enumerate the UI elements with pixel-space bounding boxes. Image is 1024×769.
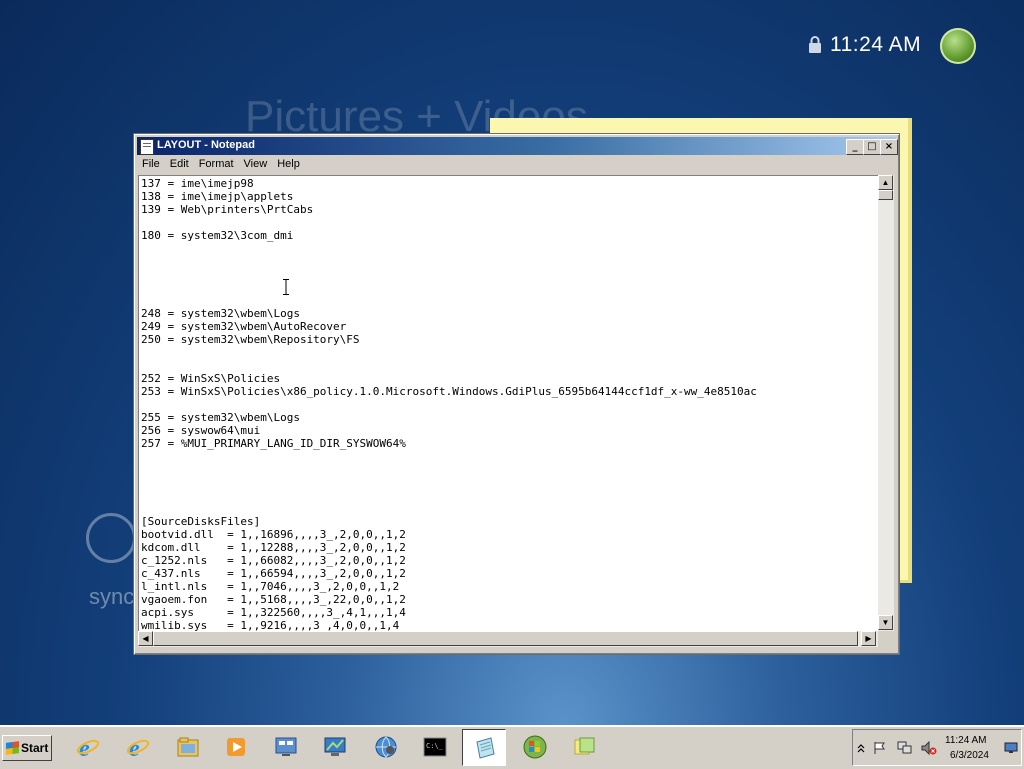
taskbar-app-control-panel[interactable] bbox=[264, 729, 308, 766]
folder-icon bbox=[177, 737, 199, 757]
ie-icon: e bbox=[76, 736, 100, 759]
windows-orb-icon bbox=[523, 735, 547, 759]
start-label: Start bbox=[21, 741, 49, 755]
text-cursor-icon bbox=[283, 279, 289, 295]
control-panel-icon bbox=[275, 737, 297, 756]
taskbar-app-windows[interactable] bbox=[513, 729, 557, 766]
show-desktop-icon[interactable] bbox=[1004, 742, 1018, 754]
maximize-button[interactable]: □ bbox=[863, 139, 881, 155]
minimize-button[interactable]: _ bbox=[846, 139, 864, 155]
notepad-icon bbox=[140, 139, 154, 155]
menu-help[interactable]: Help bbox=[272, 156, 305, 170]
start-button[interactable]: Start bbox=[2, 735, 52, 761]
size-grip[interactable] bbox=[878, 631, 894, 647]
windows-orb-icon[interactable] bbox=[940, 28, 976, 64]
horizontal-scrollbar[interactable]: ◀ ▶ bbox=[138, 631, 878, 647]
taskbar-app-remote-desktop[interactable] bbox=[313, 729, 357, 766]
show-hidden-icons-icon[interactable] bbox=[857, 743, 865, 753]
menu-file[interactable]: File bbox=[137, 156, 165, 170]
taskbar-app-network[interactable] bbox=[364, 729, 408, 766]
vertical-scroll-thumb[interactable] bbox=[878, 190, 893, 200]
taskbar-app-ie[interactable]: e bbox=[66, 729, 110, 766]
menu-view[interactable]: View bbox=[239, 156, 273, 170]
scroll-up-button[interactable]: ▲ bbox=[878, 175, 893, 190]
sticky-notes-icon bbox=[574, 737, 595, 755]
vertical-scrollbar[interactable]: ▲ ▼ bbox=[878, 175, 894, 631]
sync-label: sync bbox=[89, 584, 135, 609]
sync-icon bbox=[86, 513, 136, 563]
system-tray: 11:24 AM 6/3/2024 bbox=[852, 729, 1022, 766]
menu-format[interactable]: Format bbox=[194, 156, 239, 170]
title-bar[interactable]: LAYOUT - Notepad _ □ × bbox=[137, 137, 898, 155]
scroll-down-button[interactable]: ▼ bbox=[878, 615, 893, 630]
remote-desktop-icon bbox=[324, 737, 346, 756]
taskbar-app-ie-2[interactable]: e bbox=[116, 729, 160, 766]
text-editor[interactable]: 137 = ime\imejp98 138 = ime\imejp\applet… bbox=[138, 175, 880, 633]
taskbar-app-media-player[interactable] bbox=[214, 729, 258, 766]
editor-content[interactable]: 137 = ime\imejp98 138 = ime\imejp\applet… bbox=[139, 176, 879, 632]
lock-icon bbox=[809, 36, 821, 53]
scroll-right-button[interactable]: ▶ bbox=[861, 631, 876, 646]
ie-icon: e bbox=[126, 736, 150, 759]
media-player-icon bbox=[227, 738, 245, 756]
tray-time[interactable]: 11:24 AM bbox=[945, 735, 987, 746]
globe-icon bbox=[375, 736, 397, 758]
action-center-flag-icon[interactable] bbox=[873, 741, 887, 755]
volume-muted-icon[interactable] bbox=[921, 741, 937, 755]
notepad-icon bbox=[476, 737, 495, 759]
close-button[interactable]: × bbox=[880, 139, 898, 155]
taskbar-app-explorer[interactable] bbox=[166, 729, 210, 766]
window-title: LAYOUT - Notepad bbox=[157, 139, 255, 151]
windows-logo-icon bbox=[6, 741, 19, 755]
desktop-clock: 11:24 AM bbox=[830, 33, 922, 56]
horizontal-scroll-thumb[interactable] bbox=[153, 631, 858, 646]
taskbar-app-cmd[interactable]: C:\_ bbox=[413, 729, 457, 766]
menu-bar: File Edit Format View Help bbox=[137, 156, 896, 174]
tray-date[interactable]: 6/3/2024 bbox=[950, 750, 989, 761]
taskbar-app-notepad[interactable] bbox=[462, 729, 506, 766]
svg-text:C:\_: C:\_ bbox=[426, 742, 444, 750]
cmd-icon: C:\_ bbox=[423, 737, 447, 757]
notepad-window[interactable]: LAYOUT - Notepad _ □ × File Edit Format Vie… bbox=[133, 133, 900, 655]
menu-edit[interactable]: Edit bbox=[165, 156, 194, 170]
network-icon[interactable] bbox=[897, 741, 913, 755]
taskbar: Start e e C:\_ 11:24 AM 6/3/2024 bbox=[0, 725, 1024, 769]
taskbar-app-sticky-notes[interactable] bbox=[563, 729, 607, 766]
scroll-left-button[interactable]: ◀ bbox=[138, 631, 153, 646]
